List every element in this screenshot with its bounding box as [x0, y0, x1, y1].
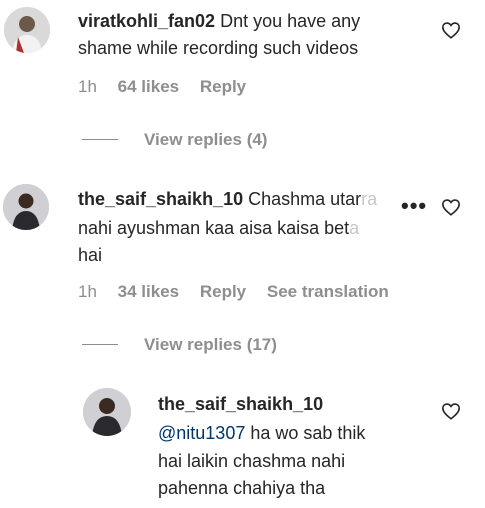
view-replies-line — [82, 344, 118, 345]
comment-time: 1h — [78, 77, 97, 96]
mention-link[interactable]: @nitu1307 — [158, 423, 245, 443]
heart-outline-icon[interactable] — [441, 198, 461, 216]
see-translation-button[interactable]: See translation — [267, 282, 389, 301]
more-options-icon[interactable]: ••• — [401, 193, 427, 219]
heart-outline-icon[interactable] — [441, 21, 461, 39]
comment-username[interactable]: the_saif_shaikh_10 — [78, 189, 243, 209]
view-replies-button[interactable]: View replies (17) — [144, 335, 277, 355]
heart-outline-icon[interactable] — [441, 402, 461, 420]
reply-body-line: pahenna chahiya tha — [158, 478, 326, 498]
comment-username[interactable]: viratkohli_fan02 — [78, 11, 215, 31]
reply-username[interactable]: the_saif_shaikh_10 — [158, 391, 323, 417]
comment-body-fade: a — [349, 218, 360, 238]
reply-body-part: ha wo sab thik — [245, 423, 366, 443]
reply-body-line: hai laikin chashma nahi — [158, 451, 346, 471]
comment-body-line: hai — [78, 245, 103, 265]
likes-count[interactable]: 64 likes — [118, 77, 179, 96]
comment-body-line: shame while recording such videos — [78, 38, 359, 58]
reply-button[interactable]: Reply — [200, 77, 246, 96]
comment-text: the_saif_shaikh_10 Chashma utarra — [78, 186, 377, 212]
likes-count[interactable]: 34 likes — [118, 282, 179, 301]
avatar[interactable] — [83, 388, 131, 436]
view-replies-line — [82, 139, 118, 140]
reply-button[interactable]: Reply — [200, 282, 246, 301]
comment-meta: 1h 64 likes Reply — [78, 77, 262, 97]
comment-body-line: nahi ayushman kaa aisa kaisa beta — [78, 215, 359, 241]
comment-body-part: nahi ayushman kaa aisa kaisa bet — [78, 218, 350, 238]
comment-body-line: Chashma utar — [248, 189, 362, 209]
comment-meta: 1h 34 likes Reply See translation — [78, 282, 405, 302]
comment-time: 1h — [78, 282, 97, 301]
view-replies-button[interactable]: View replies (4) — [144, 130, 267, 150]
avatar[interactable] — [3, 184, 49, 230]
avatar[interactable] — [4, 7, 50, 53]
reply-body-line: @nitu1307 ha wo sab thik — [158, 420, 365, 446]
comment-text: viratkohli_fan02 Dnt you have any — [78, 8, 360, 34]
comment-body-line: Dnt you have any — [220, 11, 361, 31]
comment-body-fade: ra — [361, 189, 378, 209]
